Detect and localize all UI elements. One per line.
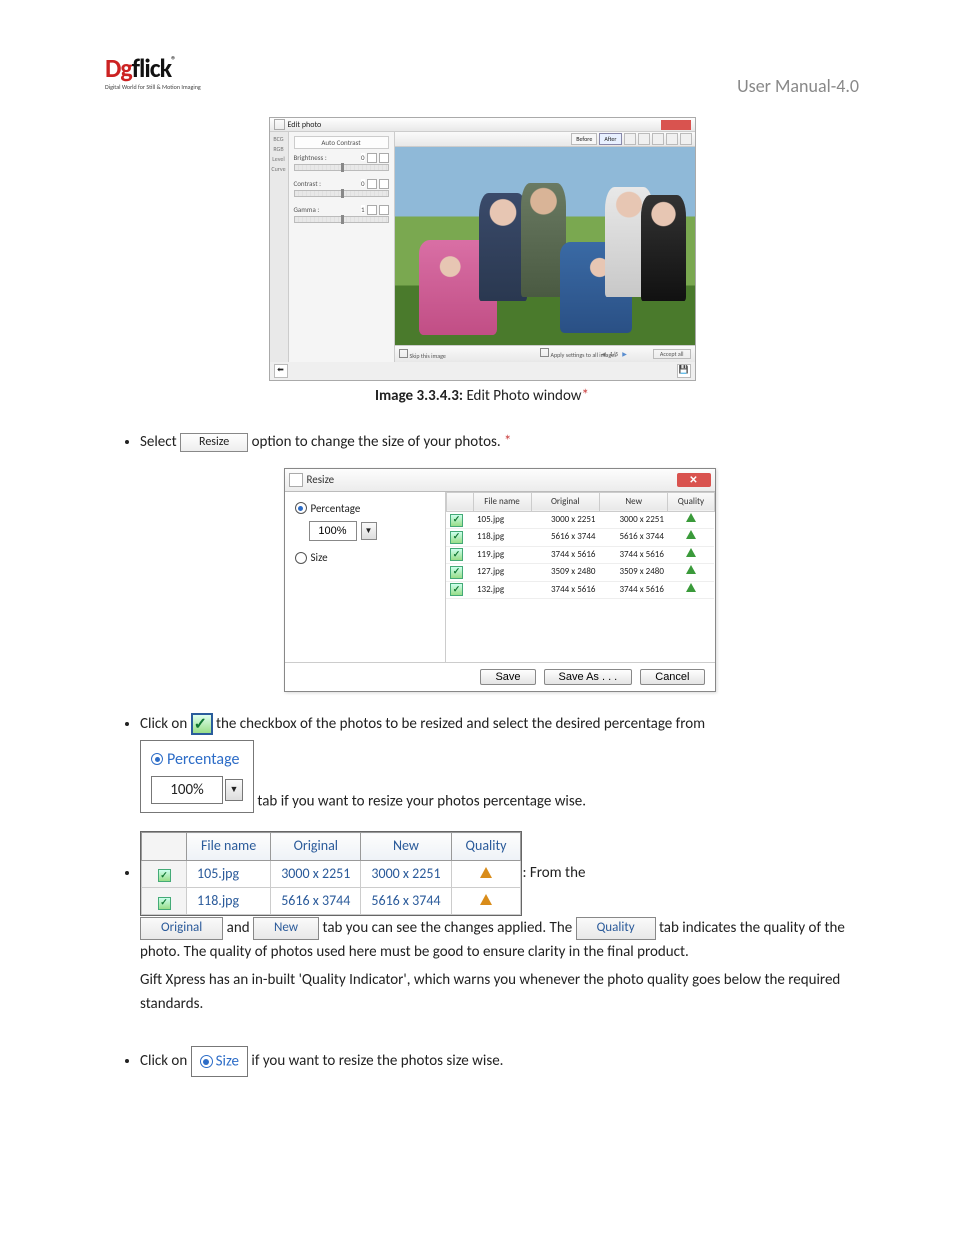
before-button[interactable]: Before [571, 133, 597, 145]
reset-icon[interactable] [367, 205, 377, 215]
dialog-icon [289, 473, 303, 487]
panel-title[interactable]: Auto Contrast [294, 136, 389, 149]
table-row: ✓132.jpg3744 x 56163744 x 5616 [446, 581, 714, 598]
logo: Dgflick® Digital World for Still & Motio… [105, 55, 201, 91]
accept-all-button[interactable]: Accept all [653, 349, 691, 359]
checkbox-icon [191, 713, 213, 735]
checkbox-icon: ✓ [158, 869, 171, 882]
size-radio[interactable]: Size [295, 549, 435, 567]
side-tab[interactable]: BCG [270, 134, 288, 144]
side-tab[interactable]: Level [270, 154, 288, 164]
window-title: Edit photo [288, 120, 322, 130]
reset-icon[interactable] [367, 153, 377, 163]
reset-icon[interactable] [367, 179, 377, 189]
next-icon[interactable]: ▶ [622, 350, 627, 358]
undo-icon[interactable] [379, 205, 389, 215]
instruction-item: File name Original New Quality ✓105.jpg3… [140, 831, 859, 1016]
image-caption: Image 3.3.4.3: Edit Photo window* [105, 387, 859, 405]
resize-chip: Resize [180, 433, 248, 452]
col-new: New [599, 492, 667, 511]
actual-size-icon[interactable] [666, 133, 678, 145]
row-checkbox[interactable]: ✓ [450, 531, 463, 544]
after-button[interactable]: After [599, 133, 621, 145]
back-icon[interactable]: ⬅ [274, 364, 288, 378]
col-file: File name [473, 492, 531, 511]
gamma-slider[interactable] [294, 216, 389, 223]
col-original: Original [531, 492, 599, 511]
edit-photo-window: Edit photo BCG RGB Level Curve Auto Cont… [269, 117, 696, 381]
quality-warning-icon [480, 867, 492, 878]
files-table: File name Original New Quality ✓105.jpg3… [446, 492, 715, 599]
side-tab[interactable]: Curve [270, 164, 288, 174]
logo-d: Dg [105, 52, 132, 84]
percentage-tab-image: Percentage 100%▼ [140, 740, 254, 814]
instruction-item: Click on Size if you want to resize the … [140, 1046, 859, 1076]
cancel-button[interactable]: Cancel [640, 669, 704, 685]
apply-all-checkbox[interactable] [540, 348, 549, 357]
original-tab-chip: Original [140, 917, 223, 940]
slider-value: 1 [361, 205, 365, 213]
row-checkbox[interactable]: ✓ [450, 583, 463, 596]
quality-icon [686, 548, 696, 557]
table-row: ✓118.jpg5616 x 37445616 x 3744 [446, 529, 714, 546]
adjustment-panel: Auto Contrast Brightness :0 Contrast :0 … [289, 132, 395, 362]
slider-label: Brightness : [294, 153, 327, 163]
percentage-dropdown[interactable]: ▼ [361, 522, 377, 540]
logo-tagline: Digital World for Still & Motion Imaging [105, 83, 201, 91]
instruction-item: Click on the checkbox of the photos to b… [140, 712, 859, 814]
quality-warning-icon [480, 894, 492, 905]
undo-icon[interactable] [379, 179, 389, 189]
skip-label: Skip this image [410, 352, 446, 360]
logo-rest: flick [132, 52, 171, 84]
quality-icon [686, 513, 696, 522]
resize-dialog: Resize ✕ Percentage ▼ Size [284, 468, 716, 692]
table-row: ✓105.jpg3000 x 22513000 x 2251 [446, 511, 714, 528]
percentage-input[interactable] [309, 521, 357, 541]
chevron-down-icon: ▼ [225, 779, 243, 801]
inline-table-image: File name Original New Quality ✓105.jpg3… [140, 831, 522, 916]
skip-checkbox[interactable] [399, 349, 408, 358]
quality-icon [686, 530, 696, 539]
quality-tab-chip: Quality [576, 917, 656, 940]
zoom-in-icon[interactable] [624, 133, 636, 145]
slider-value: 0 [361, 153, 365, 161]
table-row: ✓119.jpg3744 x 56163744 x 5616 [446, 546, 714, 563]
save-button[interactable]: Save [480, 669, 535, 685]
contrast-slider[interactable] [294, 190, 389, 197]
apply-all-label: Apply settings to all images [551, 351, 617, 359]
row-checkbox[interactable]: ✓ [450, 514, 463, 527]
slider-label: Gamma : [294, 205, 320, 215]
close-icon[interactable] [661, 120, 691, 130]
save-as-button[interactable]: Save As . . . [544, 669, 633, 685]
quality-icon [686, 583, 696, 592]
table-row: ✓127.jpg3509 x 24803509 x 2480 [446, 564, 714, 581]
row-checkbox[interactable]: ✓ [450, 548, 463, 561]
side-tab[interactable]: RGB [270, 144, 288, 154]
photo-preview [395, 147, 695, 345]
zoom-out-icon[interactable] [638, 133, 650, 145]
slider-value: 0 [361, 179, 365, 187]
side-tabs: BCG RGB Level Curve [270, 132, 289, 362]
dialog-title: Resize [307, 471, 335, 489]
save-icon[interactable]: 💾 [677, 364, 691, 378]
fit-icon[interactable] [652, 133, 664, 145]
instruction-item: Select Resize option to change the size … [140, 430, 859, 692]
app-icon [274, 119, 285, 130]
new-tab-chip: New [253, 917, 319, 940]
quality-icon [686, 565, 696, 574]
manual-title: User Manual-4.0 [737, 75, 859, 97]
close-icon[interactable]: ✕ [677, 473, 711, 487]
row-checkbox[interactable]: ✓ [450, 566, 463, 579]
size-radio-chip: Size [191, 1046, 248, 1076]
fullscreen-icon[interactable] [680, 133, 692, 145]
percentage-radio[interactable]: Percentage [295, 500, 435, 518]
checkbox-icon: ✓ [158, 897, 171, 910]
col-quality: Quality [668, 492, 714, 511]
undo-icon[interactable] [379, 153, 389, 163]
slider-label: Contrast : [294, 179, 322, 189]
brightness-slider[interactable] [294, 164, 389, 171]
